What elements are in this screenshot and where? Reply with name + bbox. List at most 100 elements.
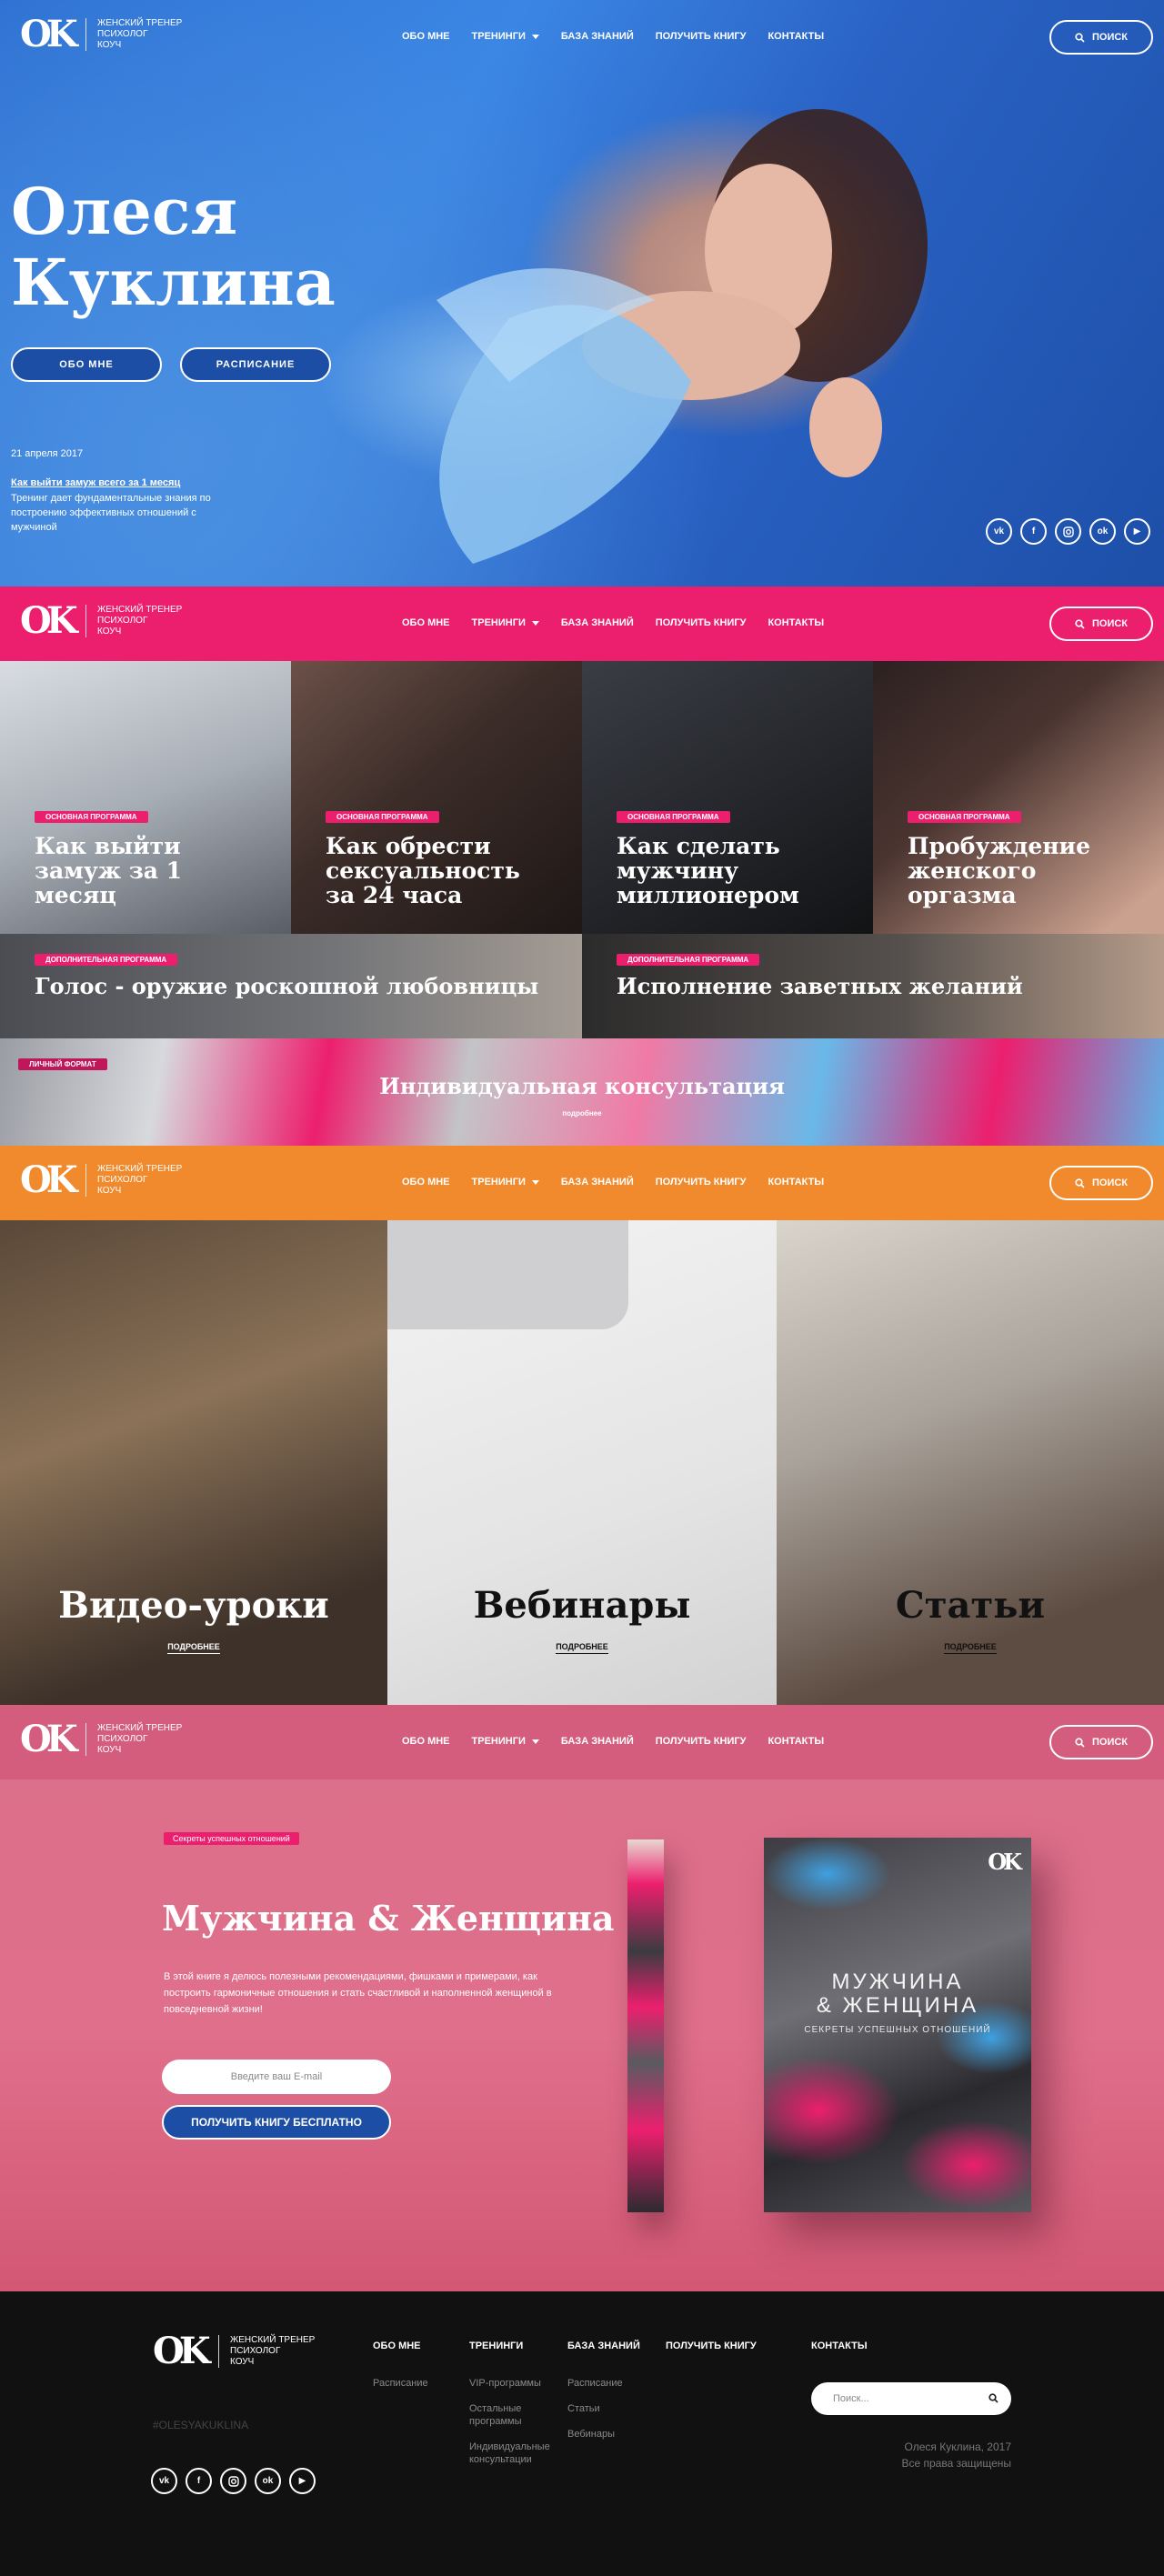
nav-item-trainings[interactable]: Тренинги: [472, 1177, 539, 1188]
facebook-icon[interactable]: f: [186, 2468, 212, 2494]
nav-item-contacts[interactable]: Контакты: [768, 1177, 824, 1188]
youtube-icon[interactable]: ▶: [1124, 518, 1150, 545]
footer-logo[interactable]: OK Женский тренер психолог коуч: [153, 2333, 315, 2370]
footer-link[interactable]: Индивидуальные консультации: [469, 2441, 553, 2466]
nav-item-knowledge[interactable]: База знаний: [561, 1177, 634, 1188]
vk-icon[interactable]: vk: [151, 2468, 177, 2494]
more-link-label: подробнее: [556, 1642, 608, 1654]
nav-item-about[interactable]: Обо мне: [402, 1177, 450, 1188]
logo-line: коуч: [230, 2357, 255, 2367]
footer-col-book: Получить книгу: [666, 2340, 757, 2377]
training-tile-voice[interactable]: Дополнительная программа Голос - оружие …: [0, 934, 582, 1038]
instagram-glyph: [227, 2475, 239, 2487]
footer-col-knowledge: База знаний Расписание Статьи Вебинары: [567, 2340, 651, 2453]
copyright-line: Олеся Куклина, 2017: [904, 2441, 1011, 2453]
footer-link[interactable]: Расписание: [567, 2377, 651, 2390]
logo[interactable]: OK Женский тренер психолог коуч: [20, 1721, 182, 1758]
instagram-icon[interactable]: [1055, 518, 1081, 545]
about-button[interactable]: Обо мне: [11, 347, 162, 382]
nav-item-knowledge[interactable]: База знаний: [561, 617, 634, 628]
more-link[interactable]: подробнее: [0, 1109, 1164, 1118]
knowledge-section: OK Женский тренер психолог коуч Обо мне …: [0, 1146, 1164, 1705]
more-link[interactable]: подробнее: [387, 1642, 777, 1654]
logo-mark: OK: [20, 599, 78, 642]
odnoklassniki-icon[interactable]: ok: [255, 2468, 281, 2494]
search-button[interactable]: Поиск: [1049, 1166, 1153, 1200]
search-button[interactable]: Поиск: [1049, 20, 1153, 55]
nav-item-contacts[interactable]: Контакты: [768, 1736, 824, 1747]
logo-line: психолог: [97, 29, 148, 39]
nav-item-book[interactable]: Получить книгу: [656, 1177, 747, 1188]
logo-line: психолог: [97, 1734, 148, 1744]
logo-tagline: Женский тренер психолог коуч: [97, 18, 182, 51]
event-link[interactable]: Как выйти замуж всего за 1 месяц: [11, 477, 180, 488]
nav-item-about[interactable]: Обо мне: [402, 617, 450, 628]
knowledge-tile-articles[interactable]: Статьи подробнее: [777, 1220, 1164, 1705]
vk-icon[interactable]: vk: [986, 518, 1012, 545]
training-tile-sexuality[interactable]: Основная программа Как обрести сексуальн…: [291, 661, 582, 934]
nav-item-contacts[interactable]: Контакты: [768, 617, 824, 628]
training-tile-millionaire[interactable]: Основная программа Как сделать мужчину м…: [582, 661, 873, 934]
footer-heading[interactable]: Контакты: [811, 2340, 868, 2351]
program-tag: Дополнительная программа: [617, 954, 760, 966]
more-link[interactable]: подробнее: [777, 1642, 1164, 1654]
footer-heading[interactable]: Получить книгу: [666, 2340, 757, 2351]
footer-heading[interactable]: База знаний: [567, 2340, 651, 2351]
nav-item-book[interactable]: Получить книгу: [656, 617, 747, 628]
footer-heading[interactable]: Тренинги: [469, 2340, 553, 2351]
footer-link[interactable]: Статьи: [567, 2402, 651, 2415]
hero-section: OK Женский тренер психолог коуч Обо мне …: [0, 0, 1164, 586]
nav-item-label: Тренинги: [471, 1177, 526, 1188]
nav-item-about[interactable]: Обо мне: [402, 31, 450, 42]
search-button[interactable]: Поиск: [1049, 606, 1153, 641]
training-tile-marriage[interactable]: Основная программа Как выйти замуж за 1 …: [0, 661, 291, 934]
facebook-icon[interactable]: f: [1020, 518, 1047, 545]
training-tile-consultation[interactable]: Личный формат Индивидуальная консультаци…: [0, 1038, 1164, 1146]
get-book-button[interactable]: Получить книгу бесплатно: [162, 2105, 391, 2140]
footer-link[interactable]: Расписание: [373, 2377, 457, 2390]
more-link[interactable]: подробнее: [0, 1642, 387, 1654]
training-tile-awakening[interactable]: Основная программа Пробуждение женского …: [873, 661, 1164, 934]
odnoklassniki-icon[interactable]: ok: [1089, 518, 1116, 545]
nav-item-knowledge[interactable]: База знаний: [561, 31, 634, 42]
site-header: OK Женский тренер психолог коуч Обо мне …: [0, 1146, 1164, 1220]
nav-item-trainings[interactable]: Тренинги: [472, 1736, 539, 1747]
footer-link[interactable]: Остальные программы: [469, 2402, 553, 2428]
training-title: Индивидуальная консультация: [379, 1073, 785, 1099]
nav-item-knowledge[interactable]: База знаний: [561, 1736, 634, 1747]
book-cover-subtitle: Секреты успешных отношений: [804, 2025, 991, 2035]
book-cover-image: OK Мужчина & Женщина Секреты успешных от…: [764, 1838, 1031, 2212]
instagram-icon[interactable]: [220, 2468, 246, 2494]
book-description: В этой книге я делюсь полезными рекоменд…: [164, 1971, 552, 2015]
footer-heading[interactable]: Обо мне: [373, 2340, 457, 2351]
footer-link[interactable]: Вебинары: [567, 2428, 651, 2441]
footer-link[interactable]: VIP-программы: [469, 2377, 553, 2390]
nav-item-trainings[interactable]: Тренинги: [472, 31, 539, 42]
logo[interactable]: OK Женский тренер психолог коуч: [20, 1162, 182, 1198]
knowledge-tile-webinars[interactable]: Вебинары подробнее: [387, 1220, 777, 1705]
logo-line: Женский тренер: [230, 2335, 316, 2345]
logo-mark: OK: [20, 1718, 78, 1760]
training-tile-wishes[interactable]: Дополнительная программа Исполнение заве…: [582, 934, 1164, 1038]
footer-search-input[interactable]: Поиск...: [811, 2382, 1011, 2415]
knowledge-tile-video[interactable]: Видео-уроки подробнее: [0, 1220, 387, 1705]
book-cover-title-line: Мужчина: [831, 1970, 964, 1994]
nav-item-trainings[interactable]: Тренинги: [472, 617, 539, 628]
nav-item-book[interactable]: Получить книгу: [656, 31, 747, 42]
footer-col-about: Обо мне Расписание: [373, 2340, 457, 2402]
nav-item-contacts[interactable]: Контакты: [768, 31, 824, 42]
search-button[interactable]: Поиск: [1049, 1725, 1153, 1759]
nav-item-about[interactable]: Обо мне: [402, 1736, 450, 1747]
logo-line: Женский тренер: [97, 1164, 183, 1174]
logo[interactable]: OK Женский тренер психолог коуч: [20, 16, 182, 53]
nav-item-book[interactable]: Получить книгу: [656, 1736, 747, 1747]
schedule-button[interactable]: Расписание: [180, 347, 331, 382]
search-icon[interactable]: [988, 2393, 998, 2403]
footer-col-trainings: Тренинги VIP-программы Остальные програм…: [469, 2340, 553, 2479]
email-input[interactable]: Введите ваш E-mail: [162, 2060, 391, 2094]
logo[interactable]: OK Женский тренер психолог коуч: [20, 603, 182, 639]
logo-line: коуч: [97, 1745, 122, 1755]
youtube-icon[interactable]: ▶: [289, 2468, 316, 2494]
site-header: OK Женский тренер психолог коуч Обо мне …: [0, 0, 1164, 75]
main-nav: Обо мне Тренинги База знаний Получить кн…: [402, 31, 846, 42]
